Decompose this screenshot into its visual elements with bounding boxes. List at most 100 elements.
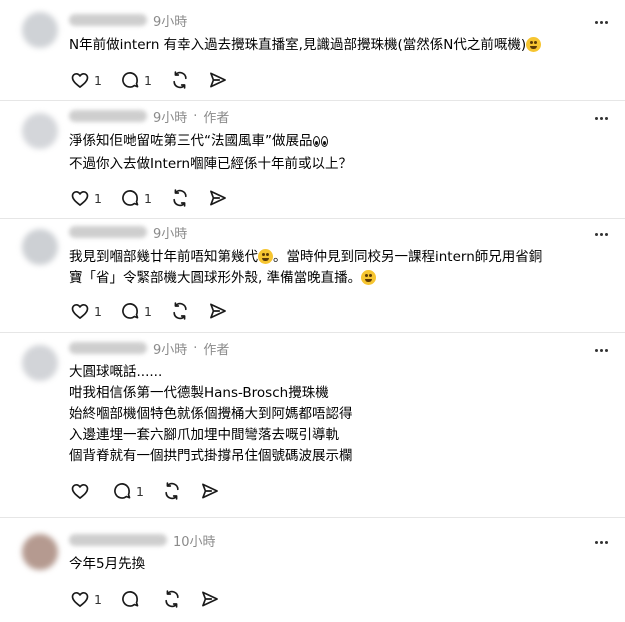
heart-icon: [71, 592, 89, 607]
comment-icon: [114, 483, 131, 499]
more-icon: [594, 348, 598, 352]
repost-button[interactable]: [162, 589, 182, 609]
post-text-line: 寶「省」令緊部機大圓球形外殼, 準備當晚直播。: [69, 270, 362, 286]
post-body: N年前做intern 有幸入過去攪珠直播室,見識過部攪珠機(當然係N代之前嘅機): [69, 35, 542, 56]
more-icon: [594, 540, 598, 544]
reply-count: 1: [143, 303, 152, 319]
more-options-button[interactable]: [591, 108, 611, 128]
reply-divider: [0, 100, 625, 101]
grinning-sweat-emoji: [526, 37, 542, 52]
username-redacted[interactable]: [69, 534, 167, 546]
avatar[interactable]: [22, 534, 58, 570]
share-icon: [209, 72, 226, 88]
grinning-sweat-emoji: [258, 249, 273, 264]
post-text-line: N年前做intern 有幸入過去攪珠直播室,見識過部攪珠機(當然係N代之前嘅機): [69, 37, 527, 53]
author-tag: 作者: [203, 342, 230, 358]
heart-icon: [71, 191, 89, 206]
more-icon: [594, 116, 598, 120]
post-text-line: 不過你入去做Intern嗰陣已經係十年前或以上？: [69, 156, 353, 172]
like-count: 1: [94, 591, 102, 607]
repost-icon: [173, 189, 187, 207]
share-button[interactable]: [208, 188, 228, 208]
reply-button[interactable]: 1: [120, 70, 152, 90]
timestamp: 10小時: [173, 534, 216, 550]
timestamp: 9小時: [153, 226, 188, 242]
post-body: 我見到嗰部幾廿年前唔知第幾代 。當時仲見到同校另一課程intern師兄用省銅 寶「…: [69, 247, 542, 289]
reply-divider: [0, 218, 625, 219]
reply-count: 1: [143, 190, 152, 206]
more-icon: [594, 20, 598, 24]
share-icon: [202, 591, 218, 607]
share-icon: [209, 190, 226, 206]
reply-button[interactable]: [120, 589, 144, 609]
comment-icon: [122, 303, 139, 319]
post-body: 淨係知佢哋留咗第三代“法國風車”做展品 不過你入去做Intern嗰陣已經係十年前…: [69, 131, 352, 175]
post-text-line: 今年5月先換: [69, 556, 146, 572]
timestamp: 9小時: [153, 110, 188, 126]
like-button[interactable]: [70, 481, 94, 501]
more-options-button[interactable]: [591, 224, 611, 244]
avatar[interactable]: [22, 345, 58, 381]
separator: ·: [193, 108, 198, 124]
post-header: 9小時 · 作者: [69, 338, 229, 358]
post-header: 9小時: [69, 222, 187, 242]
share-button[interactable]: [208, 301, 228, 321]
post-text-line: 咁我相信係第一代德製Hans-Brosch攪珠機: [69, 385, 329, 401]
username-redacted[interactable]: [69, 14, 147, 26]
repost-button[interactable]: [162, 481, 182, 501]
post-header: 9小時: [69, 10, 187, 30]
repost-icon: [165, 590, 179, 608]
post-text-line: 個背脊就有一個拱門式掛撐吊住個號碼波展示欄: [69, 448, 353, 464]
share-icon: [209, 303, 226, 319]
username-redacted[interactable]: [69, 342, 147, 354]
like-button[interactable]: 1: [70, 188, 102, 208]
post-body: 今年5月先換: [69, 554, 145, 575]
share-button[interactable]: [200, 481, 220, 501]
author-tag: 作者: [203, 110, 230, 126]
reply-divider: [0, 332, 625, 333]
heart-icon: [71, 304, 89, 319]
repost-icon: [173, 71, 187, 89]
like-count: 1: [94, 190, 102, 206]
repost-button[interactable]: [170, 70, 190, 90]
post-text-line: 大圓球嘅話......: [69, 364, 163, 380]
username-redacted[interactable]: [69, 226, 147, 238]
more-options-button[interactable]: [591, 12, 611, 32]
avatar[interactable]: [22, 113, 58, 149]
post-header: 10小時: [69, 530, 216, 550]
timestamp: 9小時: [153, 342, 188, 358]
more-options-button[interactable]: [591, 340, 611, 360]
post-text-line: 我見到嗰部幾廿年前唔知第幾代: [69, 249, 258, 265]
like-count: 1: [94, 72, 102, 88]
thread-divider: [0, 517, 625, 518]
heart-icon: [71, 484, 89, 499]
share-button[interactable]: [208, 70, 228, 90]
action-bar: 1 1: [70, 301, 246, 321]
comment-icon: [122, 591, 139, 607]
avatar[interactable]: [22, 229, 58, 265]
timestamp: 9小時: [153, 14, 188, 30]
reply-button[interactable]: 1: [120, 188, 152, 208]
heart-icon: [71, 73, 89, 88]
post-body: 大圓球嘅話...... 咁我相信係第一代德製Hans-Brosch攪珠機 始終嗰…: [69, 362, 353, 467]
repost-button[interactable]: [170, 301, 190, 321]
eyes-emoji: [312, 133, 329, 154]
reply-button[interactable]: 1: [120, 301, 152, 321]
more-icon: [594, 232, 598, 236]
reply-button[interactable]: 1: [112, 481, 144, 501]
like-button[interactable]: 1: [70, 70, 102, 90]
action-bar: 1: [70, 589, 238, 609]
action-bar: 1 1: [70, 188, 246, 208]
avatar[interactable]: [22, 12, 58, 48]
repost-button[interactable]: [170, 188, 190, 208]
like-count: 1: [94, 303, 102, 319]
action-bar: 1 1: [70, 70, 246, 90]
share-button[interactable]: [200, 589, 220, 609]
repost-icon: [165, 482, 179, 500]
like-button[interactable]: 1: [70, 301, 102, 321]
post-text-line-continued: 。當時仲見到同校另一課程intern師兄用省銅: [273, 249, 543, 265]
laughing-emoji: [361, 270, 377, 285]
like-button[interactable]: 1: [70, 589, 102, 609]
more-options-button[interactable]: [591, 532, 611, 552]
username-redacted[interactable]: [69, 110, 147, 122]
